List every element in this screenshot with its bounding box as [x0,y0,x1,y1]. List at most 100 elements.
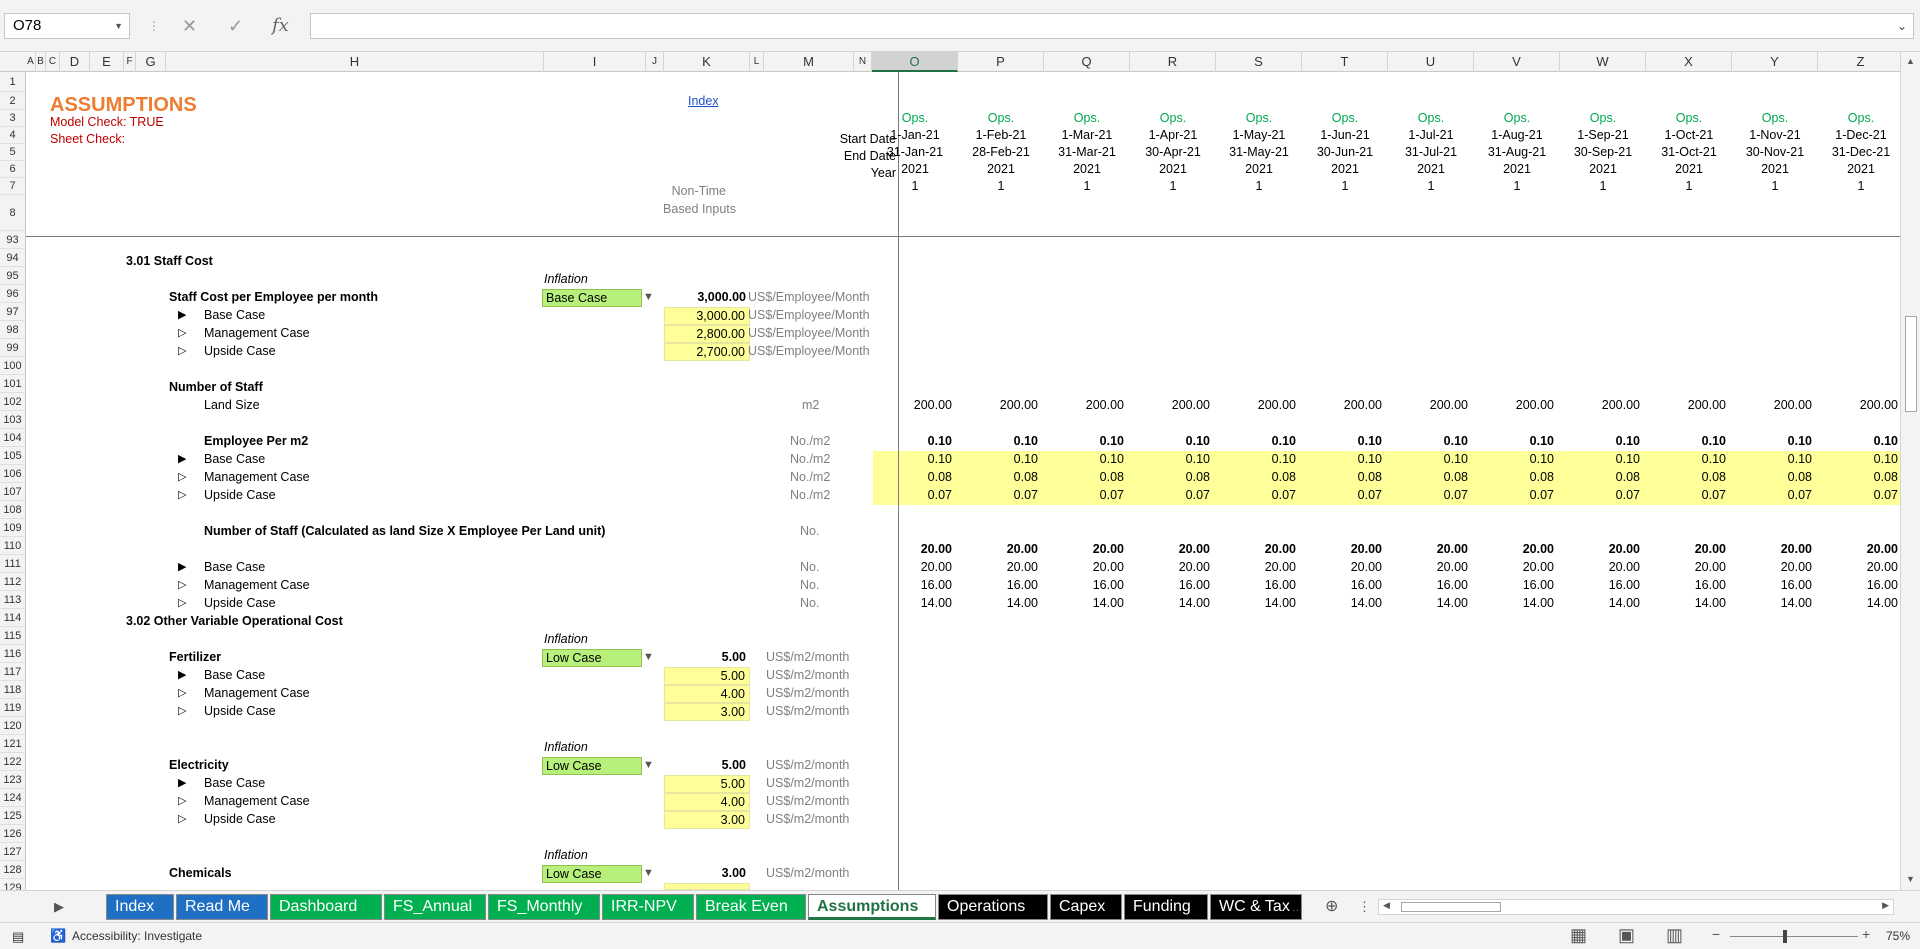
tab-operations[interactable]: Operations [938,894,1048,920]
column-header-h[interactable]: H [166,52,544,72]
row-header-122[interactable]: 122 [0,753,25,771]
scroll-left-icon[interactable]: ◀ [1383,900,1390,911]
formula-input[interactable]: ⌄ [310,13,1914,39]
expand-formula-icon[interactable]: ⌄ [1897,14,1907,38]
row-header-8[interactable]: 8 [0,195,25,231]
add-sheet-icon[interactable]: ⊕ [1325,896,1338,916]
column-header-u[interactable]: U [1388,52,1474,72]
case-input[interactable]: 4.00 [664,793,750,811]
name-box[interactable]: O78 ▼ [4,13,130,39]
column-header-d[interactable]: D [60,52,90,72]
case-marker-icon[interactable]: ▷ [178,595,186,613]
tab-break-even[interactable]: Break Even [696,894,806,920]
case-marker-icon[interactable]: ▶ [178,667,186,685]
tab-read-me[interactable]: Read Me [176,894,268,920]
row-header-5[interactable]: 5 [0,144,25,161]
case-marker-icon[interactable]: ▶ [178,451,186,469]
row-header-101[interactable]: 101 [0,375,25,393]
scroll-down-icon[interactable]: ▼ [1906,874,1915,884]
case-marker-icon[interactable]: ▷ [178,577,186,595]
case-input[interactable]: 3.00 [664,703,750,721]
chevron-down-icon[interactable]: ▼ [114,14,123,38]
normal-view-icon[interactable]: ▦ [1570,925,1587,946]
zoom-slider-thumb[interactable] [1783,930,1788,943]
column-header-a[interactable]: A [26,52,36,72]
scroll-up-icon[interactable]: ▲ [1906,56,1915,66]
enter-icon[interactable]: ✓ [228,13,243,39]
column-header-y[interactable]: Y [1732,52,1818,72]
row-header-99[interactable]: 99 [0,339,25,357]
tab-fs-annual[interactable]: FS_Annual [384,894,486,920]
row-header-113[interactable]: 113 [0,591,25,609]
row-header-119[interactable]: 119 [0,699,25,717]
row-header-125[interactable]: 125 [0,807,25,825]
row-header-106[interactable]: 106 [0,465,25,483]
case-marker-icon[interactable]: ▶ [178,775,186,793]
case-marker-icon[interactable]: ▷ [178,487,186,505]
zoom-level[interactable]: 75% [1886,929,1910,943]
tab-index[interactable]: Index [106,894,174,920]
row-header-4[interactable]: 4 [0,127,25,144]
row-header-109[interactable]: 109 [0,519,25,537]
column-header-o[interactable]: O [872,52,958,72]
tab-capex[interactable]: Capex [1050,894,1122,920]
row-header-94[interactable]: 94 [0,249,25,267]
case-input[interactable]: 2,700.00 [664,343,750,361]
row-header-6[interactable]: 6 [0,161,25,178]
horizontal-scroll-thumb[interactable] [1401,902,1501,912]
column-header-q[interactable]: Q [1044,52,1130,72]
row-header-105[interactable]: 105 [0,447,25,465]
tab-wc-tax[interactable]: WC & Tax [1210,894,1302,920]
column-header-p[interactable]: P [958,52,1044,72]
column-header-v[interactable]: V [1474,52,1560,72]
row-header-111[interactable]: 111 [0,555,25,573]
column-header-n[interactable]: N [854,52,872,72]
row-header-107[interactable]: 107 [0,483,25,501]
row-header-2[interactable]: 2 [0,92,25,110]
row-header-123[interactable]: 123 [0,771,25,789]
vertical-scrollbar[interactable]: ▲ ▼ [1900,52,1920,890]
dropdown-arrow-icon[interactable]: ▼ [643,651,654,663]
inflation-case-dropdown[interactable]: Low Case [542,865,642,883]
column-header-r[interactable]: R [1130,52,1216,72]
tab-more[interactable]: ... [1292,899,1303,914]
case-marker-icon[interactable]: ▶ [178,307,186,325]
tab-irr-npv[interactable]: IRR-NPV [602,894,694,920]
row-header-126[interactable]: 126 [0,825,25,843]
row-header-97[interactable]: 97 [0,303,25,321]
column-header-g[interactable]: G [136,52,166,72]
row-header-128[interactable]: 128 [0,861,25,879]
row-header-112[interactable]: 112 [0,573,25,591]
row-header-100[interactable]: 100 [0,357,25,375]
page-layout-icon[interactable]: ▣ [1618,925,1635,946]
column-header-f[interactable]: F [124,52,136,72]
row-header-117[interactable]: 117 [0,663,25,681]
vertical-scroll-thumb[interactable] [1905,316,1917,412]
accessibility-icon[interactable]: ♿ [50,928,66,944]
column-header-i[interactable]: I [544,52,646,72]
zoom-slider[interactable] [1730,936,1858,937]
horizontal-scrollbar[interactable]: ◀ ▶ [1378,899,1894,915]
column-header-z[interactable]: Z [1818,52,1904,72]
dropdown-arrow-icon[interactable]: ▼ [643,291,654,303]
row-header-124[interactable]: 124 [0,789,25,807]
row-header-114[interactable]: 114 [0,609,25,627]
row-header-7[interactable]: 7 [0,178,25,195]
column-header-t[interactable]: T [1302,52,1388,72]
case-input[interactable]: 5.00 [664,667,750,685]
case-input[interactable]: 5.00 [664,775,750,793]
zoom-in-icon[interactable]: + [1862,926,1870,942]
case-input[interactable]: 3.00 [664,811,750,829]
case-marker-icon[interactable]: ▷ [178,793,186,811]
column-header-e[interactable]: E [90,52,124,72]
case-input[interactable]: 3,000.00 [664,307,750,325]
cancel-icon[interactable]: ✕ [182,13,197,39]
tab-assumptions[interactable]: Assumptions [808,894,936,920]
column-header-l[interactable]: L [750,52,764,72]
column-header-m[interactable]: M [764,52,854,72]
column-header-j[interactable]: J [646,52,664,72]
index-link[interactable]: Index [688,93,719,111]
accessibility-status[interactable]: Accessibility: Investigate [72,929,202,943]
macro-icon[interactable]: ▤ [12,929,24,945]
case-marker-icon[interactable]: ▶ [178,559,186,577]
